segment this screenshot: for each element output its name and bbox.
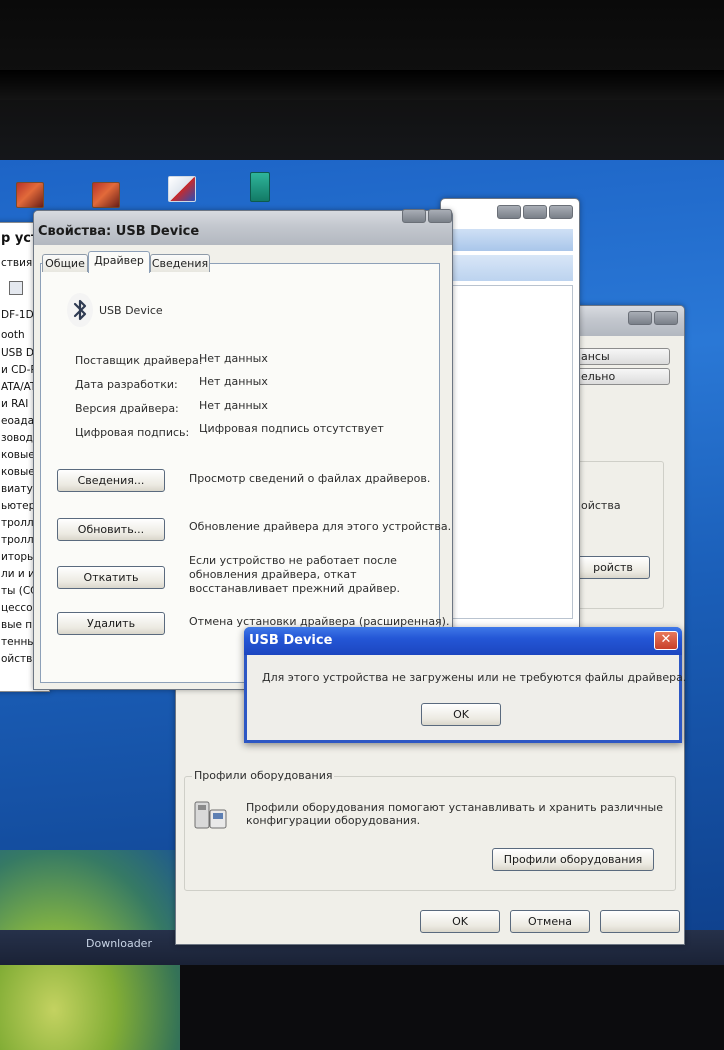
- rollback-driver-button[interactable]: Откатить: [57, 566, 165, 589]
- device-tree-item[interactable]: иторы: [1, 551, 35, 563]
- back-side-button-1[interactable]: ансы: [576, 348, 670, 365]
- back-cancel-button[interactable]: Отмена: [510, 910, 590, 933]
- message-box-ok-button[interactable]: OK: [421, 703, 501, 726]
- device-tree-item[interactable]: ковые: [1, 449, 35, 461]
- message-box-close-icon[interactable]: ✕: [654, 631, 678, 650]
- driver-version-label: Версия драйвера:: [75, 402, 179, 415]
- profiles-group-title: Профили оборудования: [192, 769, 335, 782]
- hardware-profiles-button[interactable]: Профили оборудования: [492, 848, 654, 871]
- desktop-photo-icon-2[interactable]: [92, 182, 120, 208]
- bezel-edge: [0, 70, 724, 100]
- desktop-paint-shortcut-icon[interactable]: [168, 176, 196, 202]
- back-window-minimize-button[interactable]: [628, 311, 652, 325]
- device-tree-item[interactable]: ooth: [1, 329, 25, 341]
- profiles-description-line2: конфигурации оборудования.: [246, 814, 421, 827]
- uninstall-driver-button[interactable]: Удалить: [57, 612, 165, 635]
- hardware-profiles-icon: [192, 796, 230, 834]
- properties-titlebar[interactable]: Свойства: USB Device: [34, 209, 452, 245]
- usb-device-properties-dialog: Свойства: USB Device USB Device Поставщи…: [33, 209, 453, 690]
- driver-details-button[interactable]: Сведения...: [57, 469, 165, 492]
- tab-general[interactable]: Общие: [42, 254, 88, 272]
- device-tree-item[interactable]: вые п: [1, 619, 32, 631]
- tab-details[interactable]: Сведения: [150, 254, 210, 272]
- driver-provider-value: Нет данных: [199, 352, 268, 365]
- driver-provider-label: Поставщик драйвера:: [75, 354, 203, 367]
- monitor-surround-top: [0, 0, 724, 175]
- back-window-close-button[interactable]: [654, 311, 678, 325]
- tab-driver[interactable]: Драйвер: [88, 251, 150, 273]
- back-right-button[interactable]: ройств: [576, 556, 650, 579]
- back-group-box: [576, 461, 664, 609]
- device-tree-item[interactable]: ьютер: [1, 500, 35, 512]
- taskbar-downloader-label[interactable]: Downloader: [86, 937, 152, 950]
- driver-version-value: Нет данных: [199, 399, 268, 412]
- digital-signature-label: Цифровая подпись:: [75, 426, 190, 439]
- middle-window-content: [449, 285, 573, 619]
- driver-tab-panel: USB Device Поставщик драйвера: Нет данны…: [40, 263, 451, 683]
- back-ok-button[interactable]: OK: [420, 910, 500, 933]
- driver-date-label: Дата разработки:: [75, 378, 178, 391]
- middle-window-maximize-button[interactable]: [523, 205, 547, 219]
- message-box-text: Для этого устройства не загружены или не…: [262, 671, 687, 684]
- middle-window-toolbar-band: [449, 255, 573, 281]
- profiles-group-box: [184, 776, 676, 891]
- back-apply-button[interactable]: [600, 910, 680, 933]
- rollback-driver-description-line3: восстанавливает прежний драйвер.: [189, 582, 400, 595]
- properties-dialog-title: Свойства: USB Device: [38, 224, 200, 239]
- device-manager-menu[interactable]: ствия: [1, 257, 32, 269]
- back-side-button-2[interactable]: ельно: [576, 368, 670, 385]
- driver-date-value: Нет данных: [199, 375, 268, 388]
- usb-device-message-box: USB Device ✕ Для этого устройства не заг…: [244, 627, 686, 743]
- message-box-titlebar[interactable]: USB Device ✕: [244, 627, 682, 655]
- bluetooth-icon: [67, 293, 93, 327]
- desktop-photo-icon-1[interactable]: [16, 182, 44, 208]
- device-tree-item[interactable]: ATA/AT: [1, 381, 36, 393]
- desktop-app-icon[interactable]: [250, 172, 270, 202]
- device-tree-item[interactable]: и RAI: [1, 398, 28, 410]
- properties-close-button[interactable]: [428, 209, 452, 223]
- back-right-text: ойства: [581, 499, 621, 512]
- digital-signature-value: Цифровая подпись отсутствует: [199, 422, 384, 435]
- profiles-description-line1: Профили оборудования помогают устанавлив…: [246, 801, 664, 814]
- properties-help-button[interactable]: [402, 209, 426, 223]
- update-driver-button[interactable]: Обновить...: [57, 518, 165, 541]
- middle-background-window: [440, 198, 580, 630]
- driver-details-description: Просмотр сведений о файлах драйверов.: [189, 472, 431, 485]
- middle-window-close-button[interactable]: [549, 205, 573, 219]
- rollback-driver-description-line2: обновления драйвера, откат: [189, 568, 357, 581]
- rollback-driver-description-line1: Если устройство не работает после: [189, 554, 397, 567]
- middle-window-minimize-button[interactable]: [497, 205, 521, 219]
- device-name-label: USB Device: [99, 304, 163, 317]
- device-manager-toolbar-icon[interactable]: [9, 281, 23, 295]
- update-driver-description: Обновление драйвера для этого устройства…: [189, 520, 452, 533]
- message-box-title: USB Device: [249, 633, 333, 648]
- middle-window-header-band: [449, 229, 573, 251]
- device-tree-item[interactable]: DF-1D: [1, 309, 34, 321]
